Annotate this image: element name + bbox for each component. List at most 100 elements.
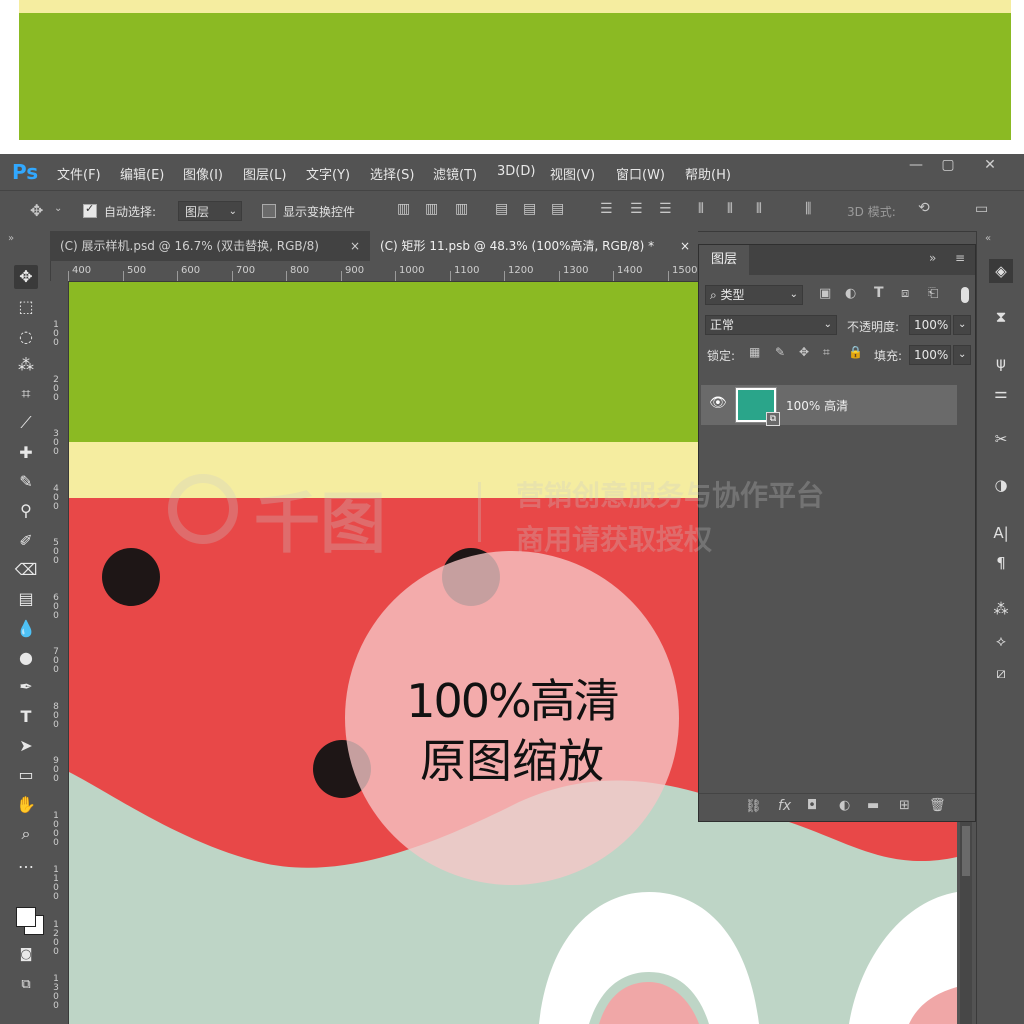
close-icon[interactable]: × (350, 231, 360, 261)
distribute-top-icon[interactable]: ☰ (600, 201, 613, 217)
stamp-tool-icon[interactable]: ⚲ (14, 499, 38, 523)
eraser-tool-icon[interactable]: ⌫ (14, 558, 38, 582)
workspace-icon[interactable]: ▭ (975, 201, 988, 217)
zoom-tool-icon[interactable]: ⌕ (14, 822, 38, 846)
menu-select[interactable]: 选择(S) (370, 164, 414, 183)
collapse-icon[interactable]: « (985, 233, 991, 244)
auto-select-checkbox[interactable] (83, 202, 97, 218)
layers-panel-title[interactable]: 图层 (699, 245, 750, 275)
menu-3d[interactable]: 3D(D) (497, 164, 535, 179)
tab-rect-psb[interactable]: (C) 矩形 11.psb @ 48.3% (100%高清, RGB/8) * … (370, 231, 698, 261)
show-transform-checkbox[interactable] (262, 204, 276, 218)
trash-icon[interactable]: 🗑 (929, 798, 946, 813)
history-icon[interactable]: ⧗ (989, 305, 1013, 329)
tab-showcase-psd[interactable]: (C) 展示样机.psd @ 16.7% (双击替换, RGB/8) × (50, 231, 368, 261)
distribute-bottom-icon[interactable]: ☰ (659, 201, 672, 217)
lock-transparent-icon[interactable]: ▦ (749, 345, 760, 359)
brush-tool-icon[interactable]: ✎ (14, 470, 38, 494)
lock-position-icon[interactable]: ✥ (799, 345, 809, 359)
hand-tool-icon[interactable]: ✋ (14, 793, 38, 817)
paragraph-icon[interactable]: ¶ (989, 551, 1013, 575)
screen-mode-icon[interactable]: ⧉ (14, 973, 38, 997)
pen-tool-icon[interactable]: ✒ (14, 675, 38, 699)
gradient-tool-icon[interactable]: ▤ (14, 587, 38, 611)
distribute-left-icon[interactable]: ⫴ (698, 201, 704, 217)
distribute-hcenter-icon[interactable]: ⫴ (727, 201, 733, 217)
align-top-icon[interactable]: ▥ (397, 201, 410, 217)
menu-help[interactable]: 帮助(H) (685, 164, 731, 183)
close-icon[interactable]: × (680, 231, 690, 261)
filter-pixel-icon[interactable]: ▣ (819, 286, 831, 301)
align-left-icon[interactable]: ▤ (495, 201, 508, 217)
layers-icon[interactable]: ◈ (989, 259, 1013, 283)
chevron-down-icon[interactable]: ⌄ (953, 315, 971, 335)
distribute-vcenter-icon[interactable]: ☰ (630, 201, 643, 217)
menu-file[interactable]: 文件(F) (57, 164, 101, 183)
menu-image[interactable]: 图像(I) (183, 164, 223, 183)
expand-icon[interactable]: » (929, 251, 936, 265)
menu-view[interactable]: 视图(V) (550, 164, 595, 183)
menu-window[interactable]: 窗口(W) (616, 164, 665, 183)
move-tool-icon[interactable]: ✥ (14, 265, 38, 289)
filter-adjustment-icon[interactable]: ◐ (845, 286, 856, 301)
foreground-color-swatch[interactable] (16, 907, 36, 927)
visibility-eye-icon[interactable]: 👁 (709, 395, 727, 411)
history-brush-icon[interactable]: ✐ (14, 529, 38, 553)
layer-filter-dropdown[interactable]: ⌕ 类型 ⌄ (705, 285, 803, 305)
panel-menu-icon[interactable]: ≡ (955, 251, 965, 265)
3d-icon[interactable]: ⧄ (989, 661, 1013, 685)
filter-shape-icon[interactable]: ⧈ (901, 286, 909, 301)
align-bottom-icon[interactable]: ▥ (455, 201, 468, 217)
menu-edit[interactable]: 编辑(E) (120, 164, 164, 183)
auto-select-dropdown[interactable]: 图层 ⌄ (178, 201, 242, 221)
auto-align-icon[interactable]: ⫼ (805, 201, 811, 217)
tool-presets-icon[interactable]: ✂ (989, 427, 1013, 451)
opacity-input[interactable]: 100% (909, 315, 951, 335)
rectangle-tool-icon[interactable]: ▭ (14, 763, 38, 787)
blur-tool-icon[interactable]: 💧 (14, 617, 38, 641)
menu-layer[interactable]: 图层(L) (243, 164, 286, 183)
menu-type[interactable]: 文字(Y) (306, 164, 350, 183)
marquee-tool-icon[interactable]: ⬚ (14, 295, 38, 319)
adjustment-layer-icon[interactable]: ◐ (839, 798, 850, 813)
menu-filter[interactable]: 滤镜(T) (433, 164, 477, 183)
magic-wand-icon[interactable]: ⁂ (14, 353, 38, 377)
eyedropper-icon[interactable]: ⟋ (14, 411, 38, 435)
lock-pixels-icon[interactable]: ✎ (775, 345, 785, 359)
folder-icon[interactable]: ▬ (867, 798, 879, 813)
fill-input[interactable]: 100% (909, 345, 951, 365)
scroll-thumb[interactable] (962, 826, 970, 876)
fx-icon[interactable]: fx (778, 798, 791, 814)
collapse-icon[interactable]: » (8, 233, 14, 244)
healing-brush-icon[interactable]: ✚ (14, 441, 38, 465)
blend-mode-dropdown[interactable]: 正常 ⌄ (705, 315, 837, 335)
align-vcenter-icon[interactable]: ▥ (425, 201, 438, 217)
maximize-button[interactable]: ▢ (933, 154, 963, 178)
quick-mask-icon[interactable]: ◙ (14, 943, 38, 967)
brush-settings-icon[interactable]: ψ (989, 351, 1013, 375)
lock-all-icon[interactable]: 🔒 (848, 345, 863, 359)
new-layer-icon[interactable]: ⊞ (899, 798, 910, 813)
mask-icon[interactable]: ◘ (807, 798, 817, 813)
align-hcenter-icon[interactable]: ▤ (523, 201, 536, 217)
link-icon[interactable]: ⛓ (745, 799, 762, 814)
filter-type-icon[interactable]: T (874, 285, 884, 301)
adjustments-icon[interactable]: ⚌ (989, 381, 1013, 405)
lasso-tool-icon[interactable]: ◌ (14, 325, 38, 349)
minimize-button[interactable]: — (901, 154, 931, 178)
distribute-right-icon[interactable]: ⫴ (756, 201, 762, 217)
chevron-down-icon[interactable]: ⌄ (953, 345, 971, 365)
type-tool-icon[interactable]: T (14, 705, 38, 729)
chevron-down-icon[interactable]: ⌄ (54, 203, 62, 214)
3d-orbit-icon[interactable]: ⟲ (918, 200, 930, 216)
path-selection-icon[interactable]: ➤ (14, 734, 38, 758)
align-right-icon[interactable]: ▤ (551, 201, 564, 217)
vertical-scrollbar[interactable] (960, 822, 972, 1024)
close-button[interactable]: ✕ (975, 154, 1005, 178)
filter-toggle[interactable] (961, 287, 969, 303)
crop-tool-icon[interactable]: ⌗ (14, 382, 38, 406)
paths-icon[interactable]: ⟡ (989, 629, 1013, 653)
filter-smart-object-icon[interactable]: ⎗ (928, 286, 938, 301)
layer-row[interactable]: 👁 ⧉ 100% 高清 (701, 385, 957, 426)
more-tools-icon[interactable]: … (14, 851, 38, 875)
